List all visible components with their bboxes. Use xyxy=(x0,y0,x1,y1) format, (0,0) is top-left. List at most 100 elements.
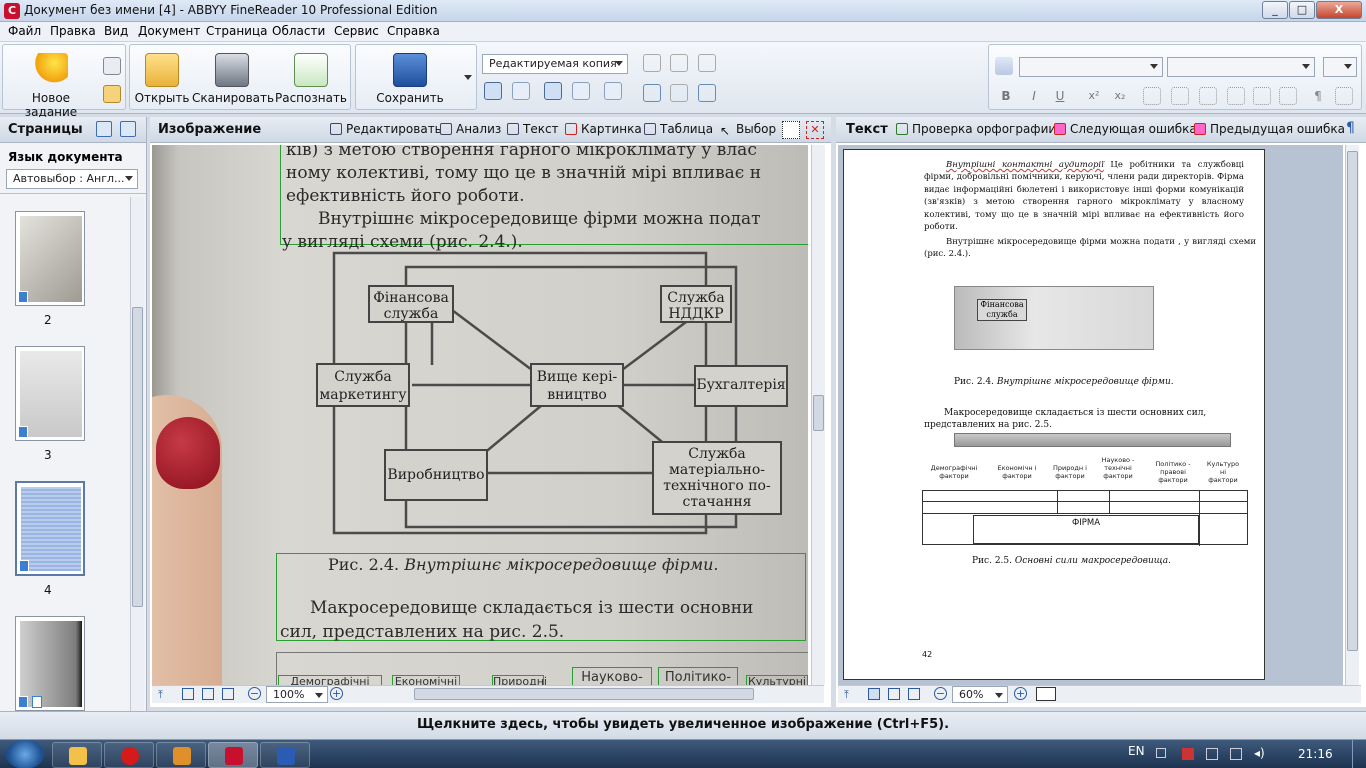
recognized-page[interactable]: Внутрішні контактні аудиторії Це робітни… xyxy=(843,149,1265,680)
actual-size-icon[interactable] xyxy=(222,688,234,700)
scroll-thumb[interactable] xyxy=(132,307,143,607)
close-button[interactable]: X xyxy=(1316,1,1362,19)
superscript-icon[interactable]: x² xyxy=(1085,87,1103,105)
spell-check-button[interactable]: Проверка орфографии xyxy=(896,122,1056,136)
align-center-icon[interactable] xyxy=(1171,87,1189,105)
layout-exact-icon[interactable] xyxy=(484,82,502,100)
redo-icon[interactable] xyxy=(670,84,688,102)
fit-page-icon[interactable]: ⤒ xyxy=(844,688,849,702)
network-icon[interactable] xyxy=(1206,748,1218,760)
doc-caption-2[interactable]: Рис. 2.5. Основні сили макросередовища. xyxy=(972,556,1171,566)
export-page-icon[interactable] xyxy=(120,121,136,137)
taskbar-word[interactable] xyxy=(260,742,310,768)
save-button[interactable]: Сохранить xyxy=(364,53,456,105)
power-icon[interactable] xyxy=(1230,748,1242,760)
start-button[interactable] xyxy=(6,740,44,768)
font-color-select[interactable] xyxy=(1323,57,1357,77)
outdent-icon[interactable] xyxy=(1279,87,1297,105)
menu-file[interactable]: Файл xyxy=(8,24,41,38)
more-format-icon[interactable] xyxy=(1335,87,1353,105)
text-area-button[interactable]: Текст xyxy=(507,122,559,136)
taskbar-explorer[interactable] xyxy=(52,742,102,768)
font-name-select[interactable] xyxy=(1019,57,1163,77)
next-error-button[interactable]: Следующая ошибка xyxy=(1054,122,1197,136)
menu-help[interactable]: Справка xyxy=(387,24,440,38)
layout-plain-icon[interactable] xyxy=(512,82,530,100)
text-mode-icon[interactable] xyxy=(1036,687,1056,701)
page-thumbnail[interactable] xyxy=(15,211,85,306)
actual-size-icon[interactable] xyxy=(908,688,920,700)
doc-paragraph-2[interactable]: Внутрішнє мікросередовище фірми можна по… xyxy=(924,236,1256,260)
pilcrow-icon[interactable]: ¶ xyxy=(1309,87,1327,105)
zoom-in-icon[interactable]: + xyxy=(330,687,343,700)
layout-editable-icon[interactable] xyxy=(572,82,590,100)
save-format-select[interactable]: Редактируемая копия xyxy=(482,54,628,74)
volume-icon[interactable]: ◂) xyxy=(1254,746,1265,760)
italic-icon[interactable]: I xyxy=(1025,87,1043,105)
underline-icon[interactable]: U xyxy=(1051,87,1069,105)
scroll-thumb[interactable] xyxy=(813,395,824,431)
indent-icon[interactable] xyxy=(1253,87,1271,105)
zoom-hint[interactable]: Щелкните здесь, чтобы увидеть увеличенно… xyxy=(0,717,1366,732)
scan-button[interactable]: Сканировать xyxy=(192,53,274,105)
paste-icon[interactable] xyxy=(698,54,716,72)
open-button[interactable]: Открыть xyxy=(134,53,190,105)
folder-small-icon[interactable] xyxy=(103,85,121,103)
taskbar-finereader[interactable] xyxy=(208,742,258,768)
menu-view[interactable]: Вид xyxy=(104,24,128,38)
image-vertical-scrollbar[interactable] xyxy=(811,145,825,685)
subscript-icon[interactable]: x₂ xyxy=(1111,87,1129,105)
delete-area-icon[interactable]: ✕ xyxy=(806,121,824,139)
text-vertical-scrollbar[interactable] xyxy=(1345,145,1359,685)
fit-width-icon[interactable] xyxy=(182,688,194,700)
taskbar-media-player[interactable] xyxy=(156,742,206,768)
bold-icon[interactable]: B xyxy=(997,87,1015,105)
select-button[interactable]: ↖ Выбор xyxy=(720,122,776,138)
horizontal-scroll-thumb[interactable] xyxy=(414,688,754,700)
page-thumbnail[interactable] xyxy=(15,616,85,711)
edit-image-button[interactable]: Редактировать xyxy=(330,122,442,136)
menu-areas[interactable]: Области xyxy=(272,24,325,38)
recognize-button[interactable]: Распознать xyxy=(274,53,348,105)
undo-icon[interactable] xyxy=(643,84,661,102)
menu-document[interactable]: Документ xyxy=(138,24,200,38)
fit-width-icon[interactable] xyxy=(868,688,880,700)
status-bar[interactable]: Щелкните здесь, чтобы увидеть увеличенно… xyxy=(0,711,1366,739)
area-select-icon[interactable] xyxy=(782,121,800,139)
doc-table[interactable]: ФІРМА xyxy=(922,490,1248,546)
prev-error-button[interactable]: Предыдущая ошибка xyxy=(1194,122,1345,136)
zoom-out-icon[interactable]: − xyxy=(934,687,947,700)
minimize-button[interactable]: _ xyxy=(1262,1,1288,19)
clipboard-icon[interactable] xyxy=(698,84,716,102)
layout-formatted-icon[interactable] xyxy=(544,82,562,100)
align-justify-icon[interactable] xyxy=(1227,87,1245,105)
analyze-button[interactable]: Анализ xyxy=(440,122,501,136)
doc-paragraph-3[interactable]: Макросередовище складається із шести осн… xyxy=(924,407,1244,431)
show-desktop-button[interactable] xyxy=(1352,740,1366,768)
image-zoom-select[interactable]: 100% xyxy=(266,686,328,703)
scroll-thumb[interactable] xyxy=(1347,151,1358,651)
options-wrench-icon[interactable] xyxy=(604,82,622,100)
menu-edit[interactable]: Правка xyxy=(50,24,96,38)
text-zoom-select[interactable]: 60% xyxy=(952,686,1008,703)
copy-icon[interactable] xyxy=(670,54,688,72)
language-indicator[interactable]: EN xyxy=(1128,744,1145,758)
fit-page-icon[interactable]: ⤒ xyxy=(158,688,163,702)
pilcrow-toggle-icon[interactable]: ¶ xyxy=(1346,120,1355,136)
page-icon[interactable] xyxy=(103,57,121,75)
fit-height-icon[interactable] xyxy=(888,688,900,700)
clock[interactable]: 21:16 xyxy=(1298,747,1333,761)
font-style-icon[interactable] xyxy=(995,57,1013,75)
menu-service[interactable]: Сервис xyxy=(334,24,379,38)
doc-paragraph-1[interactable]: Внутрішні контактні аудиторії Це робітни… xyxy=(924,159,1244,233)
picture-area-button[interactable]: Картинка xyxy=(565,122,642,136)
page-thumbnail[interactable] xyxy=(15,346,85,441)
doc-caption-1[interactable]: Рис. 2.4. Внутрішнє мікросередовище фірм… xyxy=(954,377,1174,387)
save-dropdown-arrow-icon[interactable] xyxy=(464,75,472,80)
menu-page[interactable]: Страница xyxy=(206,24,268,38)
taskbar-opera[interactable] xyxy=(104,742,154,768)
zoom-out-icon[interactable]: − xyxy=(248,687,261,700)
align-right-icon[interactable] xyxy=(1199,87,1217,105)
zoom-in-icon[interactable]: + xyxy=(1014,687,1027,700)
table-area-button[interactable]: Таблица xyxy=(644,122,713,136)
